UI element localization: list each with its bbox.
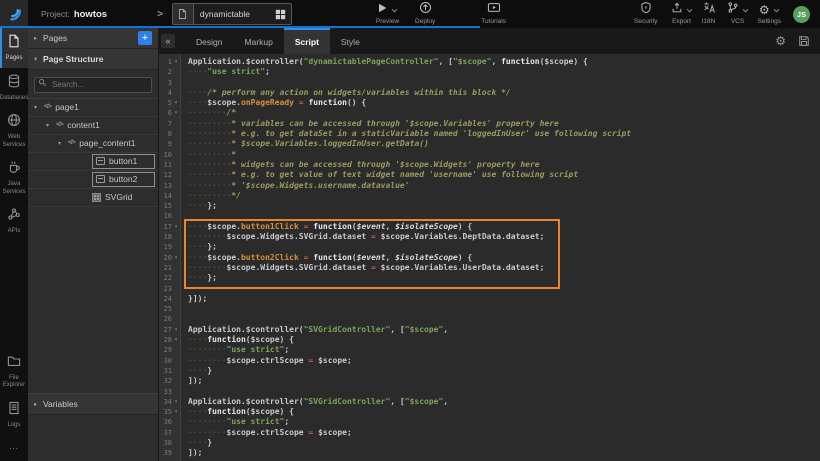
search-icon: [38, 78, 47, 87]
tree-expand-icon[interactable]: ▾: [34, 104, 44, 111]
collapse-arrow-icon: ▸: [34, 34, 43, 42]
export-button[interactable]: Export: [671, 3, 693, 25]
sidebar-item-databases[interactable]: Databases: [0, 68, 28, 108]
code-content[interactable]: Application.$controller("dynamictablePag…: [181, 54, 820, 459]
wavemaker-studio: Project:howtos > dynamictable: [0, 0, 820, 461]
grid-widget-icon: [92, 193, 101, 202]
script-editor[interactable]: 1▾2345▾6▾7891011121314151617▾181920▾2122…: [159, 54, 820, 461]
deploy-button[interactable]: Deploy: [415, 3, 435, 25]
tab-design[interactable]: Design: [185, 28, 233, 54]
code-icon: </>: [68, 140, 75, 146]
add-page-button[interactable]: +: [138, 31, 152, 45]
export-icon: [671, 1, 683, 19]
sidebar-item-java-services[interactable]: JavaServices: [0, 154, 28, 201]
chevron-down-icon: [686, 8, 693, 13]
video-icon: [487, 1, 501, 19]
editor-settings-icon[interactable]: ⚙: [775, 35, 786, 47]
page-tab-dynamictable[interactable]: dynamictable: [172, 3, 292, 25]
logs-icon: [7, 401, 21, 420]
wavemaker-logo-icon[interactable]: [0, 0, 28, 28]
play-icon: [376, 1, 388, 19]
pages-icon: [7, 34, 21, 53]
file-icon: [173, 4, 194, 24]
collapse-arrow-icon: ▸: [34, 400, 43, 408]
sidebar-item-file-explorer[interactable]: FileExplorer: [0, 348, 28, 395]
web-services-icon: [7, 113, 21, 132]
settings-button[interactable]: ⚙ Settings: [758, 3, 782, 25]
pages-section-header[interactable]: ▸ Pages +: [28, 28, 158, 49]
preview-button[interactable]: Preview: [376, 3, 399, 25]
sidebar-item-logs[interactable]: Logs: [0, 395, 28, 435]
tab-script[interactable]: Script: [284, 28, 330, 54]
page-tab-label: dynamictable: [194, 9, 275, 19]
sidebar-item-apis[interactable]: APIs: [0, 201, 28, 241]
vcs-button[interactable]: VCS: [727, 3, 749, 25]
collapse-panel-button[interactable]: «: [161, 34, 175, 48]
chevron-down-icon: [742, 8, 749, 13]
chevron-right-icon: >: [157, 9, 163, 20]
sidebar-item-web-services[interactable]: WebServices: [0, 107, 28, 154]
tab-style[interactable]: Style: [330, 28, 371, 54]
code-icon: </>: [56, 122, 63, 128]
translate-icon: [702, 1, 716, 19]
chevron-down-icon: [391, 8, 398, 13]
i18n-button[interactable]: I18N: [702, 3, 716, 25]
tree-item-button1[interactable]: button1: [28, 153, 158, 171]
tab-markup[interactable]: Markup: [233, 28, 283, 54]
code-icon: </>: [44, 104, 51, 110]
apis-icon: [7, 207, 21, 226]
tutorials-button[interactable]: Tutorials: [481, 3, 506, 25]
branch-icon: [727, 1, 739, 19]
chevron-down-icon: [773, 8, 780, 13]
top-bar: Project:howtos > dynamictable: [0, 0, 820, 28]
java-services-icon: [7, 160, 21, 179]
deploy-icon: [419, 1, 432, 19]
tree-expand-icon[interactable]: ▾: [58, 140, 68, 147]
tree-item-page1[interactable]: ▾</>page1: [28, 99, 158, 117]
pages-panel: ▸ Pages + ▾ Page Structure ▾</>page1▾</>…: [28, 28, 159, 461]
file-explorer-icon: [7, 354, 21, 373]
tree-expand-icon[interactable]: ▾: [46, 122, 56, 129]
sidebar-item-pages[interactable]: Pages: [0, 28, 28, 68]
structure-search: [28, 70, 158, 98]
tree-item-content1[interactable]: ▾</>content1: [28, 117, 158, 135]
grid-icon: [275, 9, 286, 20]
security-button[interactable]: Security: [634, 3, 657, 25]
tree-item-button2[interactable]: button2: [28, 171, 158, 189]
databases-icon: [7, 74, 21, 93]
button-widget-icon: [96, 157, 105, 165]
save-icon[interactable]: [798, 35, 810, 47]
user-avatar[interactable]: JS: [793, 6, 810, 23]
project-name: Project:howtos: [41, 9, 107, 20]
gear-icon: ⚙: [759, 4, 770, 16]
expand-arrow-icon: ▾: [34, 55, 43, 63]
page-structure-header[interactable]: ▾ Page Structure: [28, 49, 158, 70]
tree-item-page-content1[interactable]: ▾</>page_content1: [28, 135, 158, 153]
line-numbers: 1▾2345▾6▾7891011121314151617▾181920▾2122…: [159, 54, 181, 461]
search-input[interactable]: [34, 77, 152, 93]
variables-section-header[interactable]: ▸ Variables: [28, 393, 158, 415]
shield-icon: [640, 1, 652, 19]
button-widget-icon: [96, 175, 105, 183]
more-button[interactable]: ...: [0, 434, 28, 461]
left-icon-rail: PagesDatabasesWebServicesJavaServicesAPI…: [0, 28, 28, 461]
editor-tab-bar: « DesignMarkupScriptStyle ⚙: [159, 28, 820, 54]
tree-item-svgrid[interactable]: SVGrid: [28, 189, 158, 207]
widget-tree: ▾</>page1▾</>content1▾</>page_content1bu…: [28, 98, 158, 207]
editor-pane: « DesignMarkupScriptStyle ⚙ 1▾2345▾6▾789…: [159, 28, 820, 461]
